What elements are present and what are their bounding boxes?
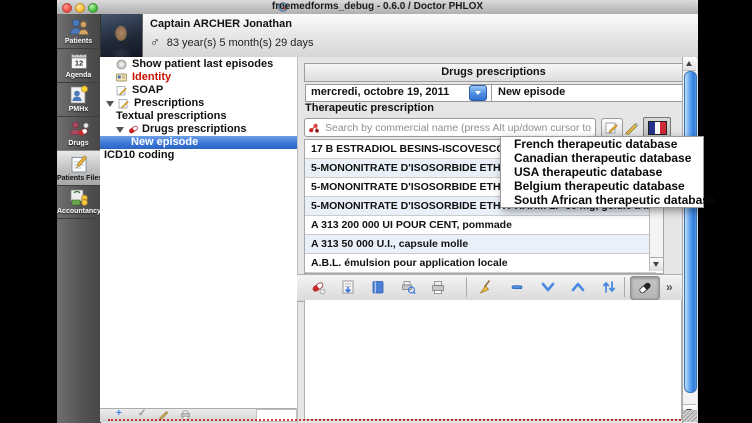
- sidebar-item-accountancy[interactable]: Accountancy: [57, 184, 100, 219]
- tree-item-label: Show patient last episodes: [132, 58, 273, 71]
- note-pencil-icon: [605, 121, 618, 134]
- screen: freemedforms_debug - 0.6.0 / Doctor PHLO…: [0, 0, 752, 423]
- clipped-red-dotted-line: [108, 419, 688, 421]
- print-preview-button[interactable]: [400, 279, 416, 295]
- sort-arrows-button[interactable]: [601, 279, 617, 295]
- prescription-date-combo[interactable]: mercredi, octobre 19, 2011: [305, 84, 493, 102]
- pill-icon: [637, 280, 653, 296]
- sidebar-item-label: Drugs: [57, 140, 100, 148]
- drug-book-button[interactable]: [370, 279, 386, 295]
- toolbar-separator: [466, 277, 467, 297]
- agenda-calendar-icon: 12: [68, 50, 90, 72]
- patient-photo: [100, 14, 143, 57]
- sidebar-item-pmhx[interactable]: PMHx: [57, 82, 100, 117]
- sidebar-item-label: Patients: [57, 38, 100, 46]
- therapeutic-prescription-label: Therapeutic prescription: [305, 102, 434, 114]
- tree-item-label: Drugs prescriptions: [142, 123, 247, 136]
- therapeutic-database-menu: French therapeutic database Canadian the…: [500, 136, 704, 208]
- sidebar-item-drugs[interactable]: Drugs: [57, 116, 100, 151]
- menu-item-french-database[interactable]: French therapeutic database: [501, 137, 703, 151]
- drugs-icon: [68, 118, 90, 140]
- printer-button[interactable]: [430, 279, 446, 295]
- drug-row[interactable]: A 313 200 000 UI POUR CENT, pommade: [305, 216, 656, 235]
- patients-icon: [68, 16, 90, 38]
- scrollbar-thumb[interactable]: [684, 71, 697, 393]
- episodes-icon: [116, 59, 127, 70]
- patient-age-line: ♂ 83 year(s) 5 month(s) 29 days: [150, 34, 313, 49]
- disclosure-triangle-icon[interactable]: [106, 101, 114, 107]
- tree-item-drugs-prescriptions[interactable]: Drugs prescriptions: [100, 123, 297, 136]
- pencil-button[interactable]: [624, 120, 639, 135]
- chevron-down-icon: [653, 262, 659, 267]
- sidebar-item-patients[interactable]: Patients: [57, 14, 100, 49]
- note-pencil-icon: [118, 98, 129, 109]
- sidebar-item-label: Agenda: [57, 72, 100, 80]
- move-down-button[interactable]: [540, 279, 556, 295]
- window-title: freemedforms_debug - 0.6.0 / Doctor PHLO…: [57, 1, 698, 12]
- accountancy-icon: [68, 186, 90, 208]
- tree-item-label: SOAP: [132, 84, 163, 97]
- sidebar-item-agenda[interactable]: 12 Agenda: [57, 48, 100, 83]
- tree-item-textual-prescriptions[interactable]: Textual prescriptions: [100, 110, 297, 123]
- edit-prescription-button[interactable]: [601, 118, 623, 138]
- disclosure-triangle-icon[interactable]: [116, 127, 124, 133]
- french-flag-icon: [648, 121, 667, 135]
- main-vertical-scrollbar[interactable]: [682, 57, 697, 423]
- drug-row[interactable]: A.B.L. émulsion pour application locale: [305, 254, 656, 273]
- patient-name: Captain ARCHER Jonathan: [150, 18, 292, 30]
- patient-age: 83 year(s) 5 month(s) 29 days: [167, 37, 314, 49]
- sidebar-item-label: PMHx: [57, 106, 100, 114]
- menu-item-usa-database[interactable]: USA therapeutic database: [501, 165, 703, 179]
- patients-files-icon: [68, 153, 90, 175]
- date-combo-dropdown-button[interactable]: [469, 85, 487, 101]
- svg-text:12: 12: [74, 59, 82, 68]
- pmhx-icon: [68, 84, 90, 106]
- tree-item-icd10-coding[interactable]: ICD10 coding: [100, 149, 297, 162]
- tree-item-prescriptions[interactable]: Prescriptions: [100, 97, 297, 110]
- drug-search-box: [304, 118, 596, 137]
- tree-item-show-last-episodes[interactable]: Show patient last episodes: [100, 58, 297, 71]
- drug-prescription-icon: [128, 124, 139, 135]
- sidebar-item-label: Patients Files: [57, 175, 100, 183]
- toolbar-overflow-button[interactable]: »: [666, 280, 673, 294]
- remove-line-button[interactable]: [509, 279, 525, 295]
- prescription-text-area[interactable]: [304, 300, 682, 420]
- tree-item-soap[interactable]: SOAP: [100, 84, 297, 97]
- tree-item-label: Textual prescriptions: [116, 110, 226, 123]
- menu-item-south-african-database[interactable]: South African therapeutic database: [501, 193, 703, 207]
- chevron-up-icon: [686, 61, 692, 66]
- panel-header: Drugs prescriptions: [304, 63, 683, 82]
- identity-card-icon: [116, 72, 127, 83]
- menu-item-canadian-database[interactable]: Canadian therapeutic database: [501, 151, 703, 165]
- tree-item-label: Identity: [132, 71, 171, 84]
- menu-item-belgium-database[interactable]: Belgium therapeutic database: [501, 179, 703, 193]
- save-button[interactable]: [340, 279, 356, 295]
- window-resize-grip[interactable]: [683, 410, 697, 422]
- move-up-button[interactable]: [570, 279, 586, 295]
- tree-item-label: ICD10 coding: [104, 149, 174, 162]
- database-selector-button[interactable]: [643, 117, 671, 138]
- chevron-down-icon: [475, 91, 481, 95]
- toolbar-separator: [624, 277, 625, 297]
- pill-view-toggle-button[interactable]: [630, 276, 660, 300]
- drug-row[interactable]: A 313 50 000 U.I., capsule molle: [305, 235, 656, 254]
- episode-name-field[interactable]: New episode: [491, 84, 683, 102]
- tree-item-new-episode[interactable]: New episode: [100, 136, 297, 149]
- scroll-up-button[interactable]: [683, 57, 696, 71]
- clear-broom-button[interactable]: [478, 279, 494, 295]
- tree-item-label: New episode: [131, 136, 198, 149]
- drug-interaction-button[interactable]: [310, 279, 326, 295]
- sidebar-item-patients-files[interactable]: Patients Files: [57, 150, 100, 186]
- scroll-down-button[interactable]: [650, 257, 663, 271]
- note-pencil-icon: [116, 85, 127, 96]
- male-gender-icon: ♂: [150, 34, 160, 49]
- drug-molecule-icon: [308, 122, 320, 134]
- sidebar-item-label: Accountancy: [57, 208, 100, 216]
- tree-item-label: Prescriptions: [134, 97, 204, 110]
- tree-item-identity[interactable]: Identity: [100, 71, 297, 84]
- drug-search-input[interactable]: [323, 119, 595, 136]
